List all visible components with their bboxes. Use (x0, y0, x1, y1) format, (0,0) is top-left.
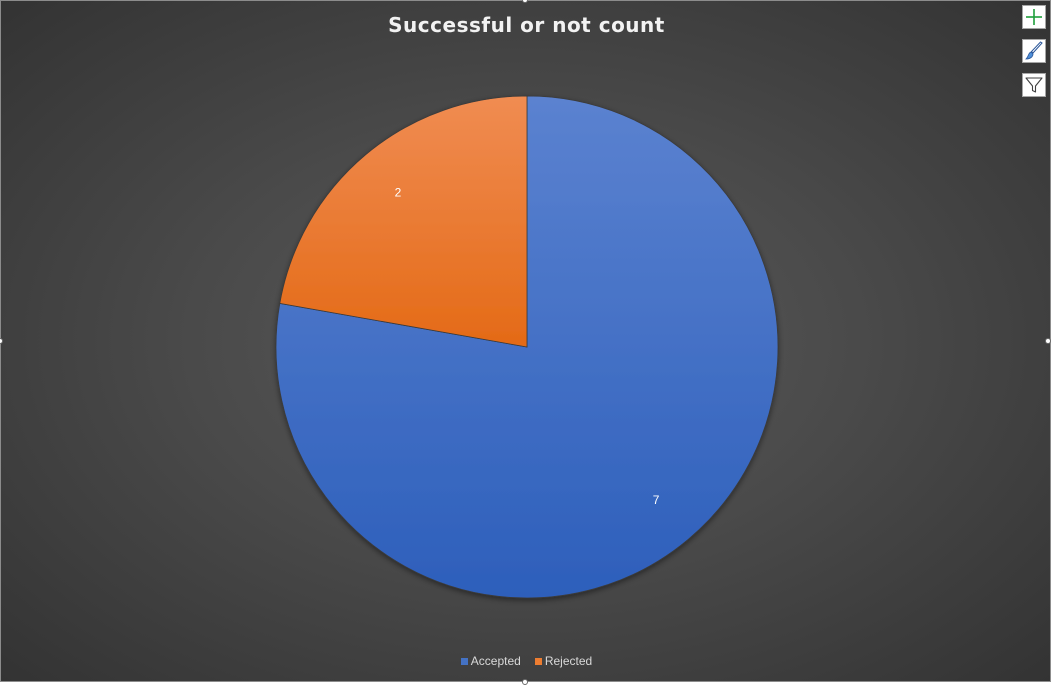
data-label-accepted: 7 (653, 493, 660, 507)
data-label-rejected: 2 (395, 185, 402, 199)
legend-label-rejected: Rejected (544, 654, 593, 668)
plus-icon (1026, 9, 1042, 25)
chart-elements-button[interactable] (1022, 5, 1046, 29)
chart-filters-button[interactable] (1022, 73, 1046, 97)
resize-handle-right[interactable] (1045, 338, 1051, 344)
funnel-icon (1025, 77, 1043, 93)
chart-side-tools (1022, 5, 1046, 97)
chart-styles-button[interactable] (1022, 39, 1046, 63)
pie-slice-rejected[interactable] (279, 95, 528, 348)
pie-slices (275, 95, 779, 599)
legend-label-accepted: Accepted (470, 654, 521, 668)
resize-handle-bottom[interactable] (522, 679, 528, 685)
legend-item-accepted[interactable]: Accepted (460, 654, 521, 668)
pie-chart[interactable]: 72 (1, 1, 1051, 682)
brush-icon (1025, 41, 1043, 60)
legend-item-rejected[interactable]: Rejected (534, 654, 593, 668)
chart-area[interactable]: Successful or not count 72 Accepted Reje… (0, 0, 1051, 682)
legend-swatch-accepted (460, 657, 468, 665)
legend-swatch-rejected (534, 657, 542, 665)
legend[interactable]: Accepted Rejected (1, 654, 1050, 668)
